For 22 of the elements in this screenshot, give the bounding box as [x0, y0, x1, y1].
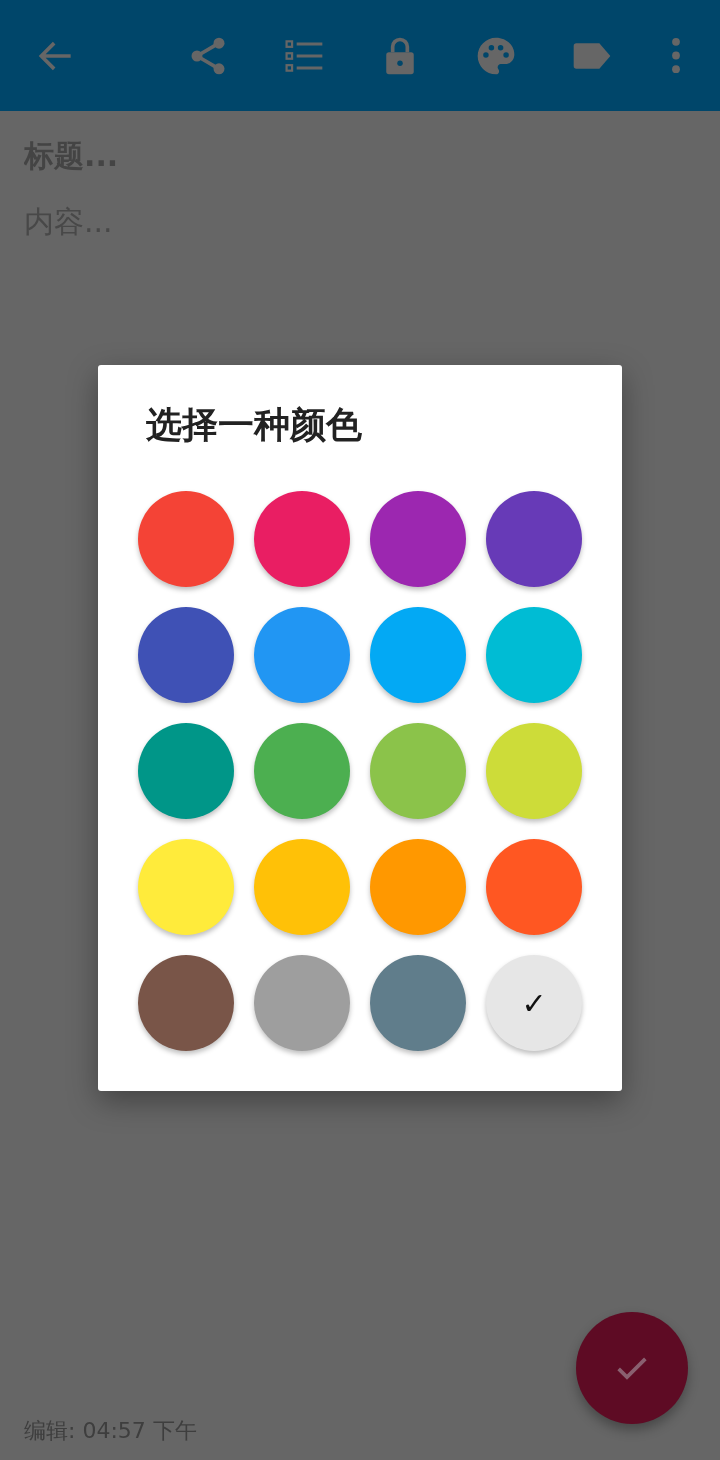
color-swatch[interactable] [370, 607, 466, 703]
color-swatch[interactable]: ✓ [486, 955, 582, 1051]
color-swatch[interactable] [138, 491, 234, 587]
color-swatch[interactable] [370, 955, 466, 1051]
color-swatch[interactable] [138, 607, 234, 703]
color-swatch[interactable] [370, 839, 466, 935]
dialog-title: 选择一种颜色 [146, 403, 362, 447]
color-swatch[interactable] [138, 839, 234, 935]
more-icon [672, 37, 680, 74]
color-swatch[interactable] [486, 723, 582, 819]
color-swatch[interactable] [254, 955, 350, 1051]
color-swatch[interactable] [254, 723, 350, 819]
color-swatch[interactable] [254, 491, 350, 587]
color-swatch[interactable] [138, 955, 234, 1051]
color-swatch[interactable] [370, 723, 466, 819]
color-swatch[interactable] [486, 839, 582, 935]
color-swatch[interactable] [486, 607, 582, 703]
color-swatch[interactable] [486, 491, 582, 587]
color-swatch[interactable] [254, 607, 350, 703]
color-swatch[interactable] [370, 491, 466, 587]
color-swatch[interactable] [254, 839, 350, 935]
color-swatch[interactable] [138, 723, 234, 819]
